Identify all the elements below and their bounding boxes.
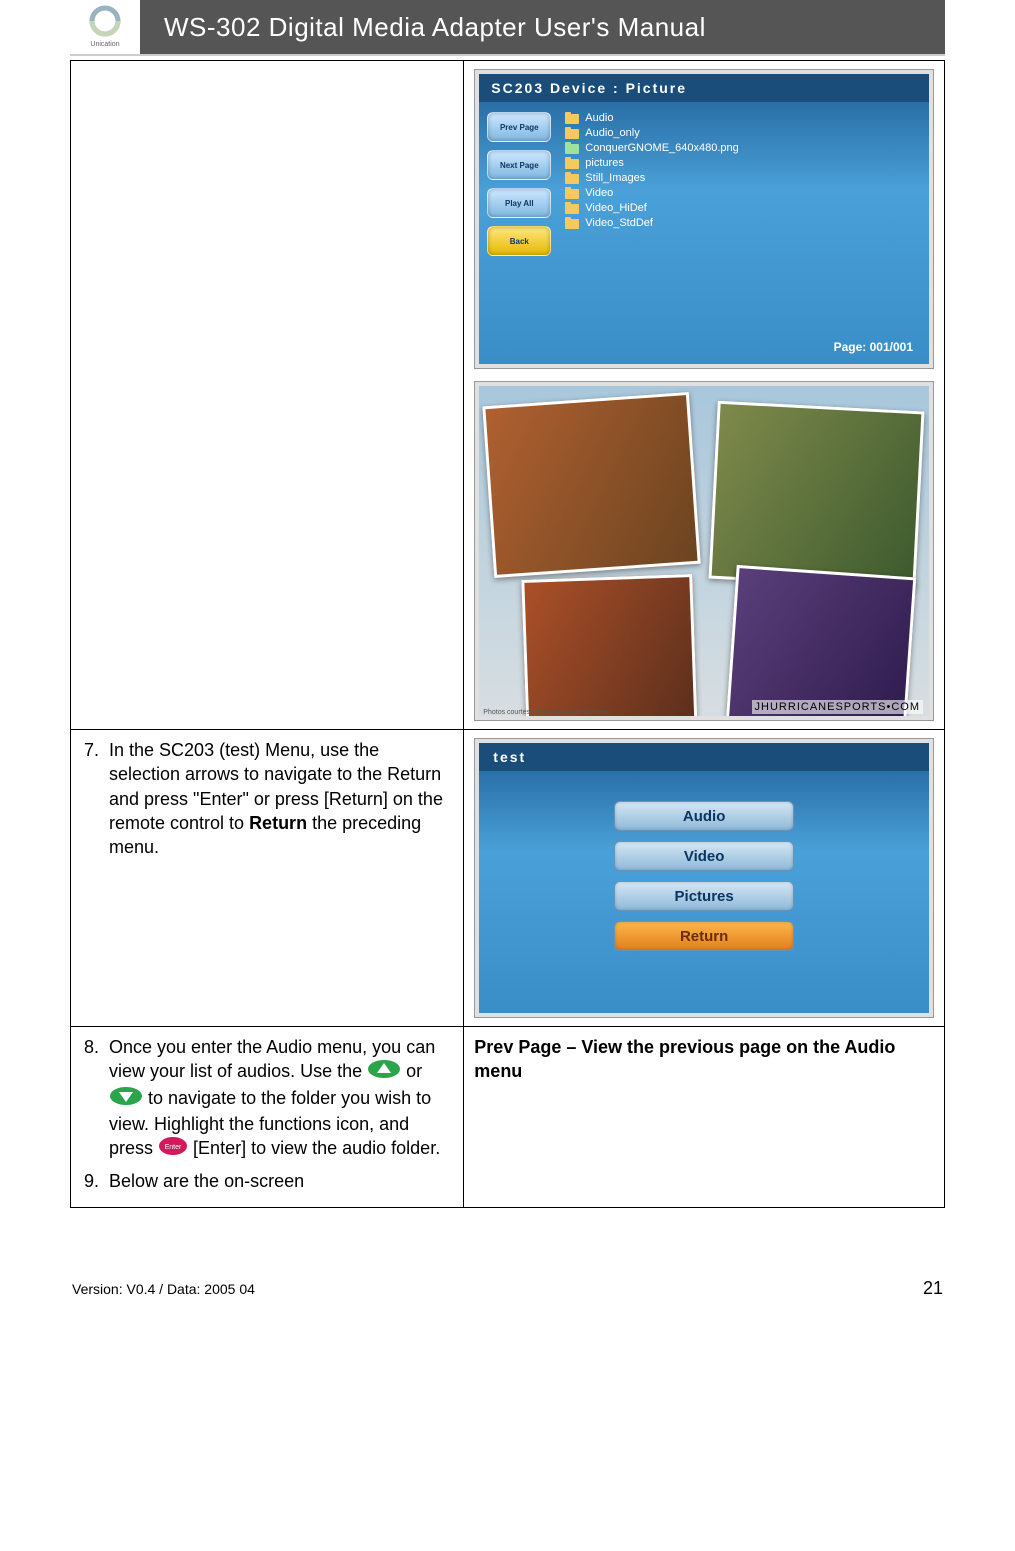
prev-page-description: Prev Page – View the previous page on th… (474, 1035, 934, 1084)
file-icon (565, 142, 579, 154)
step-number: 9. (81, 1169, 109, 1193)
step-number: 7. (81, 738, 109, 859)
file-list-label: pictures (585, 157, 624, 169)
file-list-label: Audio_only (585, 127, 639, 139)
row2-left-step7: 7. In the SC203 (test) Menu, use the sel… (71, 730, 464, 1027)
device-screen-ui: SC203 Device : Picture Prev Page Next Pa… (479, 74, 929, 364)
file-list-item[interactable]: Audio_only (565, 127, 738, 139)
page-number: 21 (923, 1278, 943, 1299)
row3-right-heading-cell: Prev Page – View the previous page on th… (464, 1027, 945, 1208)
file-list-item[interactable]: Still_Images (565, 172, 738, 184)
svg-text:Enter: Enter (165, 1144, 182, 1151)
screenshot-test-menu: test Audio Video Pictures Return (474, 738, 934, 1018)
version-text: Version: V0.4 / Data: 2005 04 (72, 1281, 255, 1297)
row1-right-screenshots: SC203 Device : Picture Prev Page Next Pa… (464, 61, 945, 730)
collage-photo (709, 401, 925, 590)
device-page-indicator: Page: 001/001 (834, 340, 913, 354)
next-page-button[interactable]: Next Page (487, 150, 551, 180)
test-menu-item-video[interactable]: Video (614, 841, 794, 871)
prev-page-button[interactable]: Prev Page (487, 112, 551, 142)
instruction-table: SC203 Device : Picture Prev Page Next Pa… (70, 60, 945, 1208)
device-nav-buttons: Prev Page Next Page Play All Back (487, 112, 551, 256)
page-title: WS-302 Digital Media Adapter User's Manu… (140, 0, 945, 54)
file-list-label: Video_HiDef (585, 202, 647, 214)
page-header: Unication WS-302 Digital Media Adapter U… (70, 0, 945, 56)
file-list-label: Still_Images (585, 172, 645, 184)
file-list-item[interactable]: Audio (565, 112, 738, 124)
test-screen-title: test (479, 743, 929, 771)
up-arrow-icon (367, 1059, 401, 1085)
brand-logo-text: Unication (90, 41, 119, 48)
file-list-item[interactable]: ConquerGNOME_640x480.png (565, 142, 738, 154)
step-number: 8. (81, 1035, 109, 1163)
folder-icon (565, 157, 579, 169)
brand-logo: Unication (70, 0, 140, 54)
collage-photo (726, 565, 916, 716)
test-menu-list: Audio Video Pictures Return (479, 801, 929, 951)
folder-icon (565, 127, 579, 139)
file-list-label: Video_StdDef (585, 217, 653, 229)
step7-text: In the SC203 (test) Menu, use the select… (109, 738, 453, 859)
step8-text: Once you enter the Audio menu, you can v… (109, 1035, 453, 1163)
folder-icon (565, 172, 579, 184)
down-arrow-icon (109, 1086, 143, 1112)
row1-left-empty (71, 61, 464, 730)
folder-icon (565, 187, 579, 199)
test-menu-item-audio[interactable]: Audio (614, 801, 794, 831)
collage-photo (483, 392, 701, 578)
play-all-button[interactable]: Play All (487, 188, 551, 218)
screenshot-photo-collage: JHURRICANESPORTS•COM Photos courtesy of … (474, 381, 934, 721)
collage-watermark: JHURRICANESPORTS•COM (752, 700, 923, 714)
enter-button-icon: Enter (158, 1136, 188, 1162)
row3-left-steps: 8. Once you enter the Audio menu, you ca… (71, 1027, 464, 1208)
file-list-label: Audio (585, 112, 613, 124)
test-menu-item-return[interactable]: Return (614, 921, 794, 951)
file-list-label: Video (585, 187, 613, 199)
screenshot-device-picture: SC203 Device : Picture Prev Page Next Pa… (474, 69, 934, 369)
file-list-item[interactable]: pictures (565, 157, 738, 169)
test-menu-item-pictures[interactable]: Pictures (614, 881, 794, 911)
collage-photo (522, 574, 698, 716)
row2-right-screenshot: test Audio Video Pictures Return (464, 730, 945, 1027)
device-file-list: Audio Audio_only ConquerGNOME_640x480.pngp… (565, 112, 738, 256)
file-list-item[interactable]: Video_HiDef (565, 202, 738, 214)
folder-icon (565, 217, 579, 229)
folder-icon (565, 112, 579, 124)
unication-logo-icon: Unication (82, 4, 128, 50)
folder-icon (565, 202, 579, 214)
page-footer: Version: V0.4 / Data: 2005 04 21 (70, 1278, 945, 1299)
file-list-item[interactable]: Video_StdDef (565, 217, 738, 229)
file-list-item[interactable]: Video (565, 187, 738, 199)
step9-text: Below are the on-screen (109, 1169, 453, 1193)
back-button[interactable]: Back (487, 226, 551, 256)
collage-caption: Photos courtesy of the Associated Press (483, 709, 608, 716)
file-list-label: ConquerGNOME_640x480.png (585, 142, 738, 154)
device-screen-title: SC203 Device : Picture (479, 74, 929, 102)
